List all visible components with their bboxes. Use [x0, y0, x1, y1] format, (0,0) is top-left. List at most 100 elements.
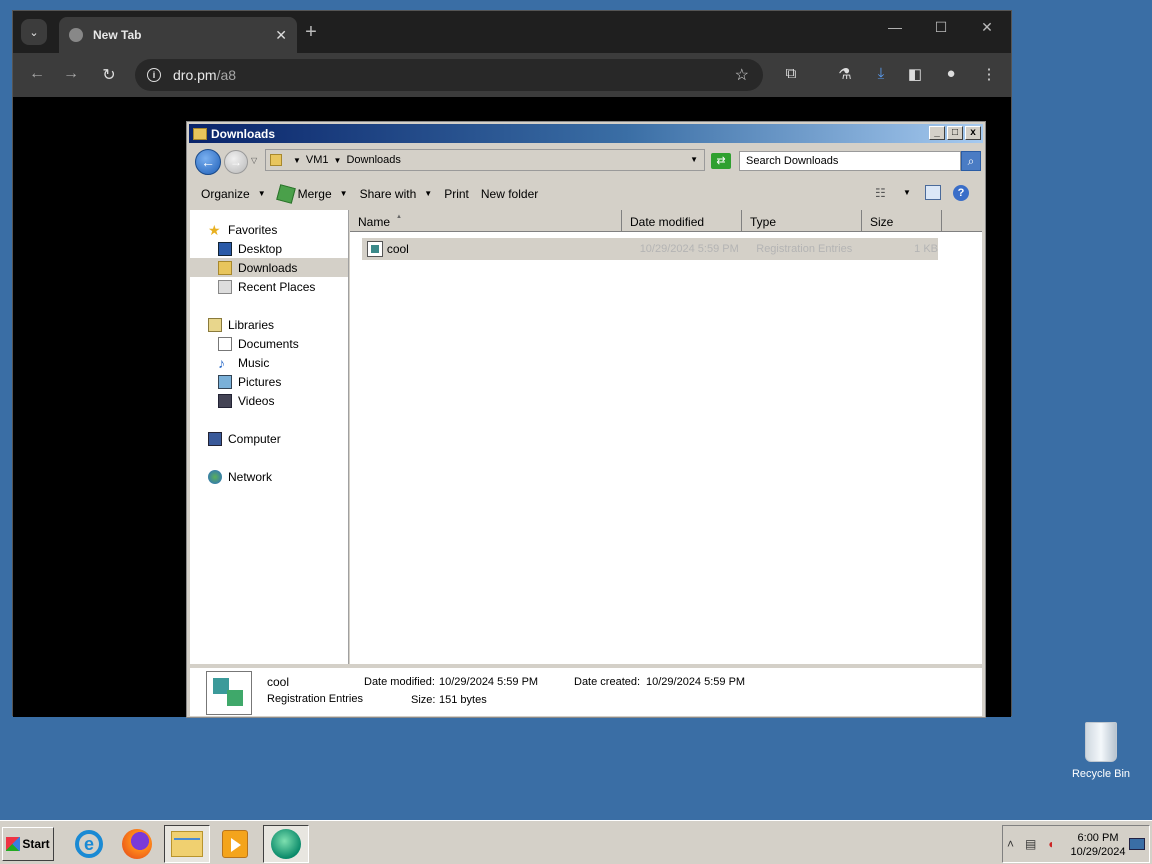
clock-time: 6:00 PM	[1077, 832, 1119, 844]
column-filler	[942, 210, 982, 232]
address-bar[interactable]: i dro.pm/a8 ☆	[135, 59, 763, 91]
taskbar-media-player[interactable]	[212, 825, 258, 863]
back-arrow-icon: ←	[201, 154, 215, 170]
maximize-button[interactable]: □	[947, 126, 963, 140]
close-button[interactable]: x	[965, 126, 981, 140]
nav-documents[interactable]: Documents	[218, 334, 299, 353]
nav-downloads[interactable]: Downloads	[190, 258, 348, 277]
chevron-down-icon[interactable]: ▼	[293, 156, 301, 165]
breadcrumb[interactable]: ▼ VM1 ▼ Downloads ▼	[265, 149, 705, 171]
clock[interactable]: 6:00 PM 10/29/2024	[1063, 831, 1133, 859]
recycle-bin[interactable]: Recycle Bin	[1070, 722, 1132, 780]
details-file-name: cool	[267, 675, 290, 689]
forward-button[interactable]: →	[224, 150, 248, 174]
close-tab-icon[interactable]: ✕	[275, 27, 287, 44]
menu-kebab-icon[interactable]: ⋮	[979, 65, 999, 83]
nav-videos[interactable]: Videos	[218, 391, 274, 410]
show-desktop-icon[interactable]	[1129, 838, 1145, 850]
profile-avatar-icon[interactable]: ●	[941, 65, 961, 82]
folder-icon	[171, 831, 203, 857]
nav-network[interactable]: Network	[208, 467, 272, 486]
nav-music[interactable]: ♪ Music	[218, 353, 269, 372]
print-button[interactable]: Print	[444, 187, 469, 201]
file-size: 1 KB	[914, 243, 938, 255]
nav-label: Libraries	[228, 317, 275, 332]
reload-icon[interactable]: ↻	[99, 65, 119, 85]
media-player-icon	[222, 830, 248, 858]
nav-pictures[interactable]: Pictures	[218, 372, 281, 391]
forward-arrow-icon[interactable]: →	[61, 65, 81, 83]
recycle-bin-label: Recycle Bin	[1071, 768, 1131, 780]
minimize-button[interactable]: —	[885, 19, 905, 35]
new-folder-button[interactable]: New folder	[481, 187, 538, 201]
globe-icon	[69, 28, 83, 42]
star-icon: ★	[208, 221, 221, 238]
history-dropdown-icon[interactable]: ▽	[251, 156, 257, 165]
share-with-button[interactable]: Share with ▼	[360, 187, 433, 201]
new-tab-button[interactable]: +	[299, 21, 323, 44]
chevron-down-icon: ▼	[257, 189, 266, 198]
column-size[interactable]: Size	[862, 210, 942, 232]
preview-pane-icon[interactable]	[925, 185, 941, 200]
network-icon	[208, 469, 222, 484]
help-icon[interactable]: ?	[953, 185, 969, 201]
breadcrumb-vm1[interactable]: VM1	[306, 154, 329, 166]
clock-date: 10/29/2024	[1070, 846, 1126, 858]
site-info-icon[interactable]: i	[147, 68, 161, 82]
extensions-icon[interactable]: ⧉	[781, 65, 801, 82]
refresh-icon[interactable]: ⇄	[711, 153, 731, 169]
organize-button[interactable]: Organize ▼	[201, 187, 266, 201]
minimize-button[interactable]: _	[929, 126, 945, 140]
address-dropdown-icon[interactable]: ▼	[690, 155, 698, 164]
nav-label: Favorites	[228, 222, 278, 237]
desktop-icon	[218, 241, 232, 256]
tab-search-button[interactable]: ⌄	[21, 19, 47, 45]
column-name[interactable]: Name ▲	[350, 210, 622, 232]
taskbar-firefox[interactable]	[114, 825, 160, 863]
taskbar-remote-app[interactable]	[263, 825, 309, 863]
chevron-up-icon[interactable]: ˄	[1007, 837, 1014, 851]
explorer-titlebar[interactable]: Downloads _ □ x	[189, 124, 983, 143]
network-icon[interactable]: ▤	[1025, 837, 1036, 851]
url-path: /a8	[216, 67, 237, 83]
volume-muted-icon[interactable]: ◖	[1047, 837, 1054, 851]
nav-libraries[interactable]: Libraries	[208, 315, 274, 334]
nav-computer[interactable]: Computer	[208, 429, 281, 448]
back-arrow-icon[interactable]: ←	[27, 65, 47, 83]
details-size: 151 bytes	[439, 694, 487, 706]
download-icon[interactable]: ⤓	[871, 65, 891, 82]
taskbar-explorer[interactable]	[164, 825, 210, 863]
bookmark-star-icon[interactable]: ☆	[735, 65, 749, 85]
column-type[interactable]: Type	[742, 210, 862, 232]
nav-recent-places[interactable]: Recent Places	[218, 277, 315, 296]
side-panel-icon[interactable]: ◧	[905, 65, 925, 83]
browser-tab[interactable]: New Tab ✕	[59, 17, 297, 53]
start-label: Start	[22, 837, 50, 851]
nav-label: Videos	[238, 393, 275, 408]
internet-explorer-icon: e	[75, 830, 103, 858]
table-row[interactable]: cool 10/29/2024 5:59 PM Registration Ent…	[362, 238, 938, 260]
taskbar-internet-explorer[interactable]: e	[66, 825, 112, 863]
nav-desktop[interactable]: Desktop	[218, 239, 282, 258]
file-date-modified: 10/29/2024 5:59 PM	[639, 243, 739, 255]
chevron-down-icon[interactable]: ▼	[334, 156, 342, 165]
close-window-button[interactable]: ✕	[977, 19, 997, 36]
start-button[interactable]: Start	[2, 827, 54, 861]
url-host: dro.pm	[173, 67, 217, 83]
column-date-modified[interactable]: Date modified	[622, 210, 742, 232]
chevron-down-icon[interactable]: ▼	[903, 188, 911, 197]
firefox-icon	[122, 829, 152, 859]
breadcrumb-downloads[interactable]: Downloads	[346, 154, 400, 166]
search-icon[interactable]: ⌕	[961, 151, 981, 171]
view-options-icon[interactable]: ☷	[875, 186, 886, 200]
labs-flask-icon[interactable]: ⚗	[835, 65, 855, 83]
search-input[interactable]: Search Downloads	[739, 151, 961, 171]
tab-strip: ⌄ New Tab ✕ + — ☐ ✕	[13, 11, 1011, 53]
maximize-button[interactable]: ☐	[931, 19, 951, 36]
back-button[interactable]: ←	[195, 149, 221, 175]
nav-label: Documents	[238, 336, 299, 351]
merge-button[interactable]: Merge ▼	[275, 183, 348, 204]
details-date-created: 10/29/2024 5:59 PM	[646, 676, 746, 688]
videos-icon	[218, 393, 232, 408]
nav-favorites[interactable]: ★ Favorites	[208, 220, 277, 239]
